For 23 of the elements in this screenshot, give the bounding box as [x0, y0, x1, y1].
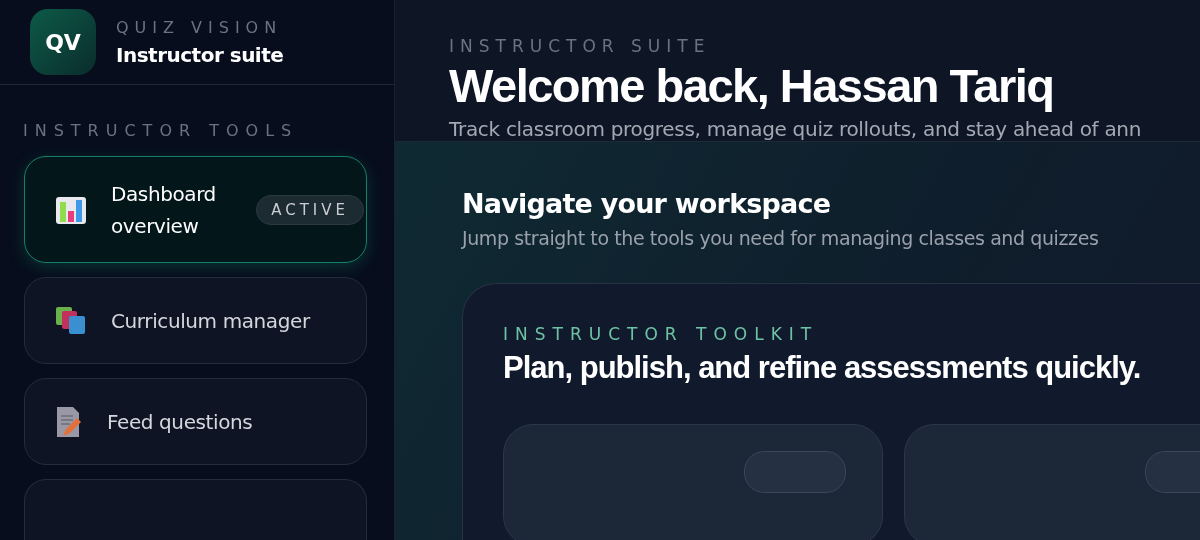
- section-title: Navigate your workspace: [462, 188, 832, 219]
- section-subtitle: Jump straight to the tools you need for managing classes and quizzes: [462, 227, 1100, 249]
- nav-label: Dashboard overview: [111, 180, 217, 240]
- nav-label: Curriculum manager: [111, 307, 312, 335]
- app-logo: QV: [30, 9, 96, 75]
- tool-card[interactable]: [503, 424, 883, 540]
- document-pencil-icon: [55, 405, 83, 438]
- nav-item[interactable]: Dashboard overview ACTIVE: [24, 156, 367, 263]
- nav-item[interactable]: Feed questions: [24, 378, 367, 465]
- nav-label: Feed questions: [107, 408, 254, 436]
- books-icon: [55, 305, 87, 336]
- status-badge: ACTIVE: [256, 194, 364, 225]
- welcome-title: Welcome back, Hassan Tariq: [449, 58, 1055, 113]
- header-subtitle: Track classroom progress, manage quiz rollouts, and stay ahead of ann: [449, 117, 1143, 141]
- section-heading: INSTRUCTOR TOOLS: [23, 121, 300, 140]
- nav-item[interactable]: Curriculum manager: [24, 277, 367, 364]
- nav-item[interactable]: [24, 479, 367, 540]
- tool-card[interactable]: [904, 424, 1200, 540]
- brand-subtitle: Instructor suite: [116, 42, 284, 67]
- brand-name: QUIZ VISION: [116, 17, 284, 37]
- toolkit-title: Plan, publish, and refine assessments quickly.: [503, 350, 1142, 386]
- toolkit-eyebrow: INSTRUCTOR TOOLKIT: [503, 324, 820, 344]
- header-eyebrow: INSTRUCTOR SUITE: [449, 36, 712, 56]
